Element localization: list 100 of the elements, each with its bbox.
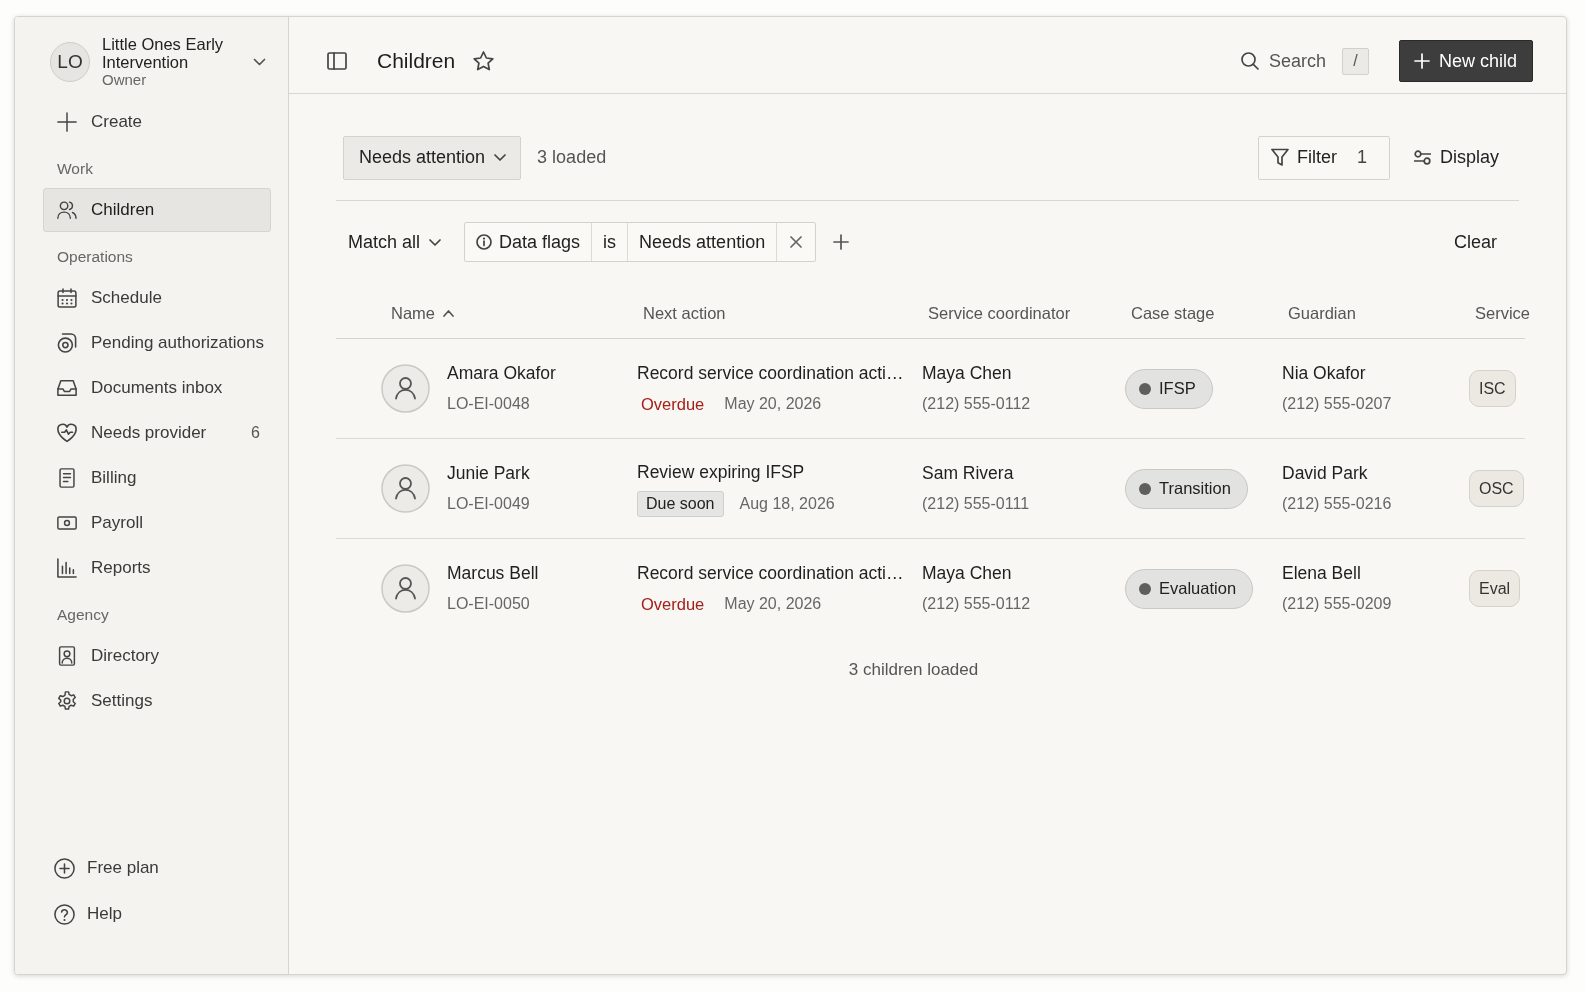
workspace-name: Little Ones Early Intervention [102, 35, 225, 71]
sidebar-item[interactable]: Documents inbox [43, 366, 271, 410]
due-status-badge: Due soon [637, 491, 724, 517]
section-label: Operations [56, 246, 134, 267]
service-tag: Eval [1469, 570, 1521, 607]
coordinator-name: Maya Chen [922, 362, 1013, 385]
filter-value-button[interactable]: Needs attention [627, 223, 777, 261]
section-label: Work [56, 158, 94, 179]
guardian-phone: (212) 555-0216 [1282, 494, 1393, 514]
coordinator-phone: (212) 555-0112 [922, 594, 1032, 614]
column-header[interactable]: Next action [637, 301, 922, 326]
plus-icon [1413, 53, 1430, 69]
service-tag: OSC [1469, 470, 1524, 507]
column-header[interactable]: Case stage [1125, 301, 1282, 326]
create-button[interactable]: Create [43, 100, 271, 144]
sidebar-item[interactable]: Free plan [43, 845, 271, 891]
chevron-down-icon [494, 154, 507, 161]
chevron-down-icon [429, 238, 442, 246]
case-stage-label: Transition [1159, 478, 1231, 500]
item-count: 6 [251, 423, 260, 443]
child-name: Junie Park [447, 462, 530, 485]
display-button[interactable]: Display [1405, 135, 1507, 180]
sidebar-item[interactable]: Billing [43, 456, 271, 500]
clear-button[interactable]: Clear [1448, 222, 1503, 262]
child-id: LO-EI-0050 [447, 594, 531, 614]
due-date: May 20, 2026 [724, 594, 822, 614]
page-title: Children [377, 48, 456, 74]
column-header[interactable]: Guardian [1282, 301, 1469, 326]
close-icon [790, 236, 803, 248]
shortcut-key: / [1341, 47, 1369, 75]
chevron-down-icon[interactable] [253, 58, 266, 66]
user-avatar-icon [381, 564, 430, 613]
status-dot-icon [1139, 482, 1151, 495]
star-icon[interactable] [473, 51, 495, 71]
plus-icon [833, 234, 850, 250]
service-tag: ISC [1469, 370, 1516, 407]
coordinator-phone: (212) 555-0111 [922, 494, 1031, 514]
document-lines-icon [57, 468, 77, 488]
next-action-text: Record service coordination acti… [637, 562, 905, 585]
loaded-count: 3 loaded [537, 146, 607, 169]
new-child-button[interactable]: New child [1398, 40, 1533, 82]
guardian-phone: (212) 555-0209 [1282, 594, 1393, 614]
plus-circle-icon [54, 857, 75, 879]
sidebar-item[interactable]: Children [43, 188, 271, 232]
guardian-name: Elena Bell [1282, 562, 1362, 585]
status-dot-icon [1139, 582, 1151, 595]
plus-icon [57, 112, 77, 132]
calendar-icon [57, 288, 77, 308]
ring-icon [57, 333, 77, 353]
guardian-name: Nia Okafor [1282, 362, 1367, 385]
filter-field-button[interactable]: Data flags [465, 223, 592, 261]
due-status-label: Overdue [640, 394, 706, 415]
heart-pulse-icon [57, 423, 77, 443]
users-icon [57, 200, 77, 220]
sidebar-toggle-icon[interactable] [327, 52, 347, 70]
sidebar-item[interactable]: Reports [43, 546, 271, 590]
child-id: LO-EI-0049 [447, 494, 530, 514]
coordinator-phone: (212) 555-0112 [922, 394, 1032, 414]
match-dropdown[interactable]: Match all [336, 222, 454, 262]
child-name: Marcus Bell [447, 562, 539, 585]
view-dropdown[interactable]: Needs attention [343, 135, 522, 180]
filter-button[interactable]: Filter 1 [1257, 135, 1390, 180]
status-dot-icon [1139, 382, 1151, 395]
due-status-label: Overdue [640, 594, 706, 615]
user-avatar-icon [381, 464, 430, 513]
help-icon [54, 903, 75, 925]
sidebar-item[interactable]: Schedule [43, 276, 271, 320]
search-icon [1240, 52, 1259, 70]
case-stage-label: IFSP [1159, 378, 1196, 400]
bar-chart-icon [57, 558, 77, 578]
sidebar-item[interactable]: Directory [43, 634, 271, 678]
column-header[interactable]: Service coordinator [922, 301, 1125, 326]
contact-card-icon [57, 646, 77, 666]
search-button[interactable]: Search [1240, 47, 1326, 75]
sidebar-item[interactable]: Payroll [43, 501, 271, 545]
case-stage-label: Evaluation [1159, 578, 1237, 600]
loaded-summary: 3 children loaded [847, 659, 980, 681]
settings-icon [57, 691, 77, 711]
child-id: LO-EI-0048 [447, 394, 531, 414]
filter-operator-button[interactable]: is [591, 223, 628, 261]
sidebar-item[interactable]: Pending authorizations [43, 321, 271, 365]
section-label: Agency [56, 604, 110, 625]
sidebar-item[interactable]: Needs provider 6 [43, 411, 271, 455]
next-action-text: Record service coordination acti… [637, 362, 905, 385]
sidebar-item[interactable]: Help [43, 891, 271, 937]
guardian-phone: (212) 555-0207 [1282, 394, 1393, 414]
info-icon [476, 234, 493, 250]
guardian-name: David Park [1282, 462, 1369, 485]
filter-icon [1270, 148, 1289, 167]
workspace-role: Owner [102, 71, 148, 89]
child-name: Amara Okafor [447, 362, 556, 385]
next-action-text: Review expiring IFSP [637, 461, 806, 484]
sidebar-item[interactable]: Settings [43, 679, 271, 723]
workspace-avatar: LO [50, 42, 90, 82]
sliders-icon [1413, 150, 1431, 165]
column-header[interactable]: Name [336, 301, 637, 326]
inbox-tray-icon [57, 378, 77, 398]
coordinator-name: Maya Chen [922, 562, 1013, 585]
coordinator-name: Sam Rivera [922, 462, 1015, 485]
filter-count: 1 [1356, 146, 1367, 169]
